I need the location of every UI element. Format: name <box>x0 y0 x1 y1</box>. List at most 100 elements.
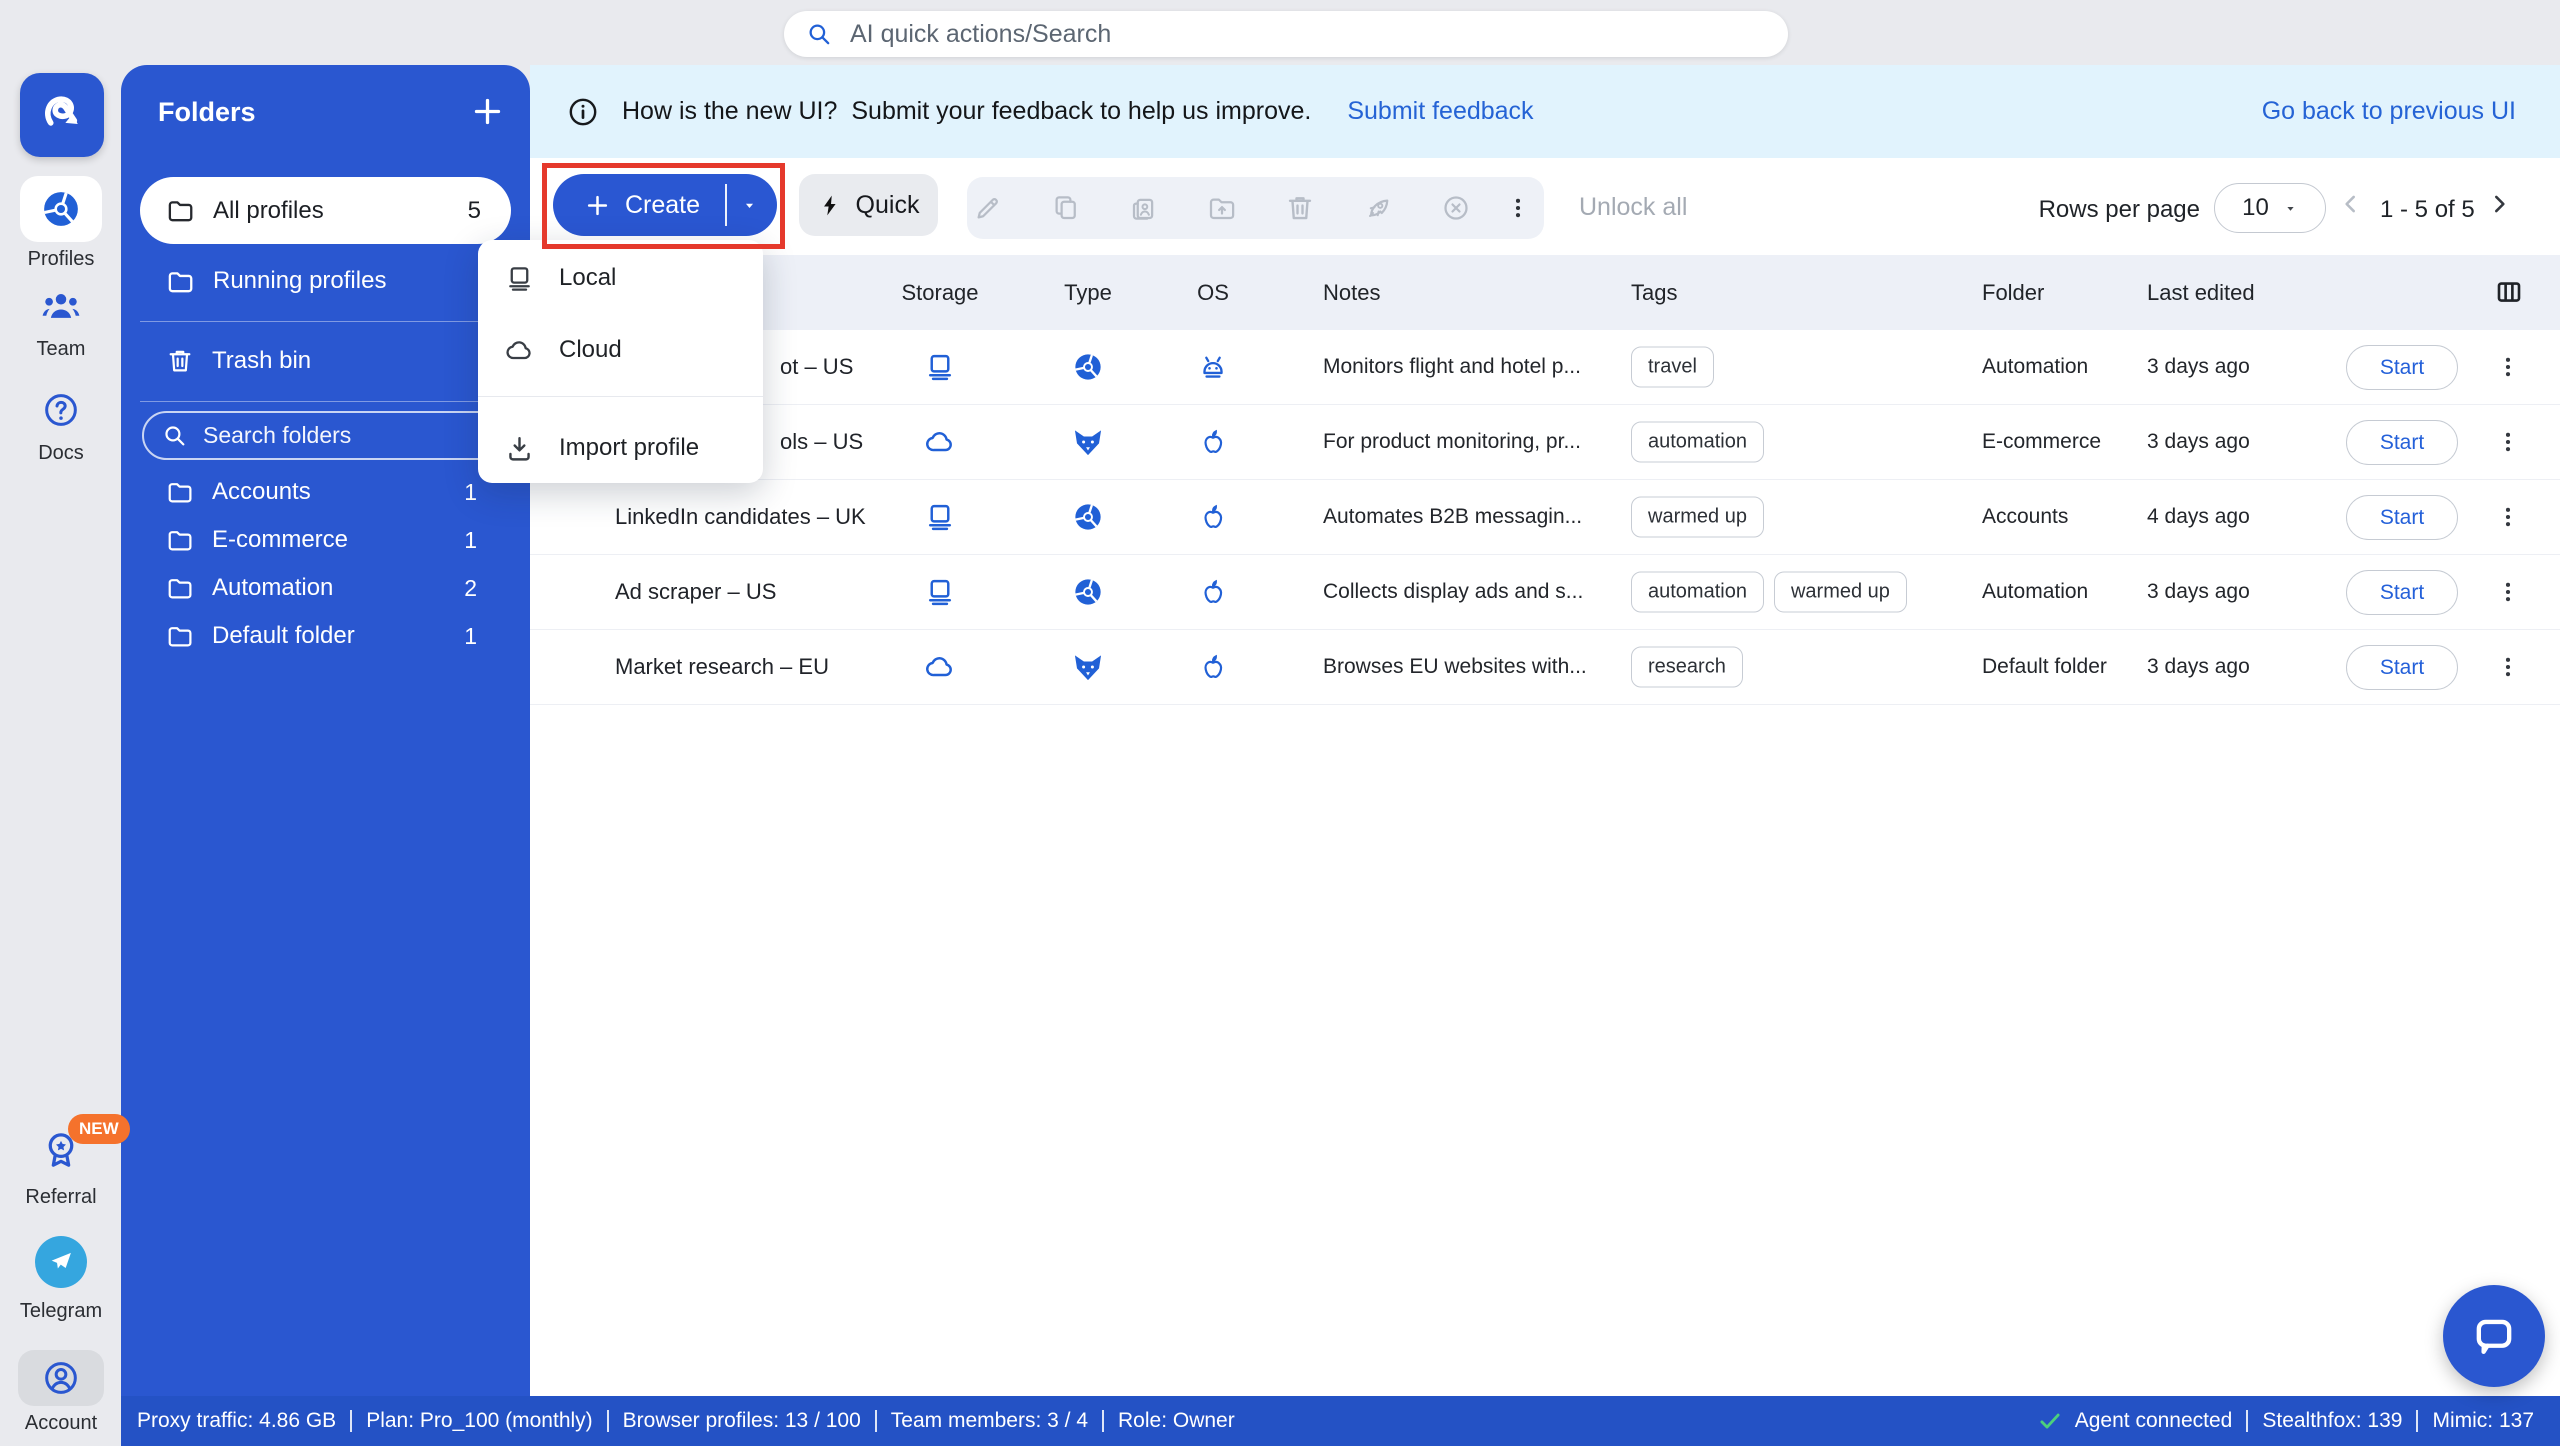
prev-page-button[interactable] <box>2338 191 2364 217</box>
row-menu-icon[interactable] <box>2495 504 2521 530</box>
submit-feedback-link[interactable]: Submit feedback <box>1347 97 1533 126</box>
add-folder-icon[interactable] <box>471 95 504 128</box>
start-button[interactable]: Start <box>2346 345 2458 390</box>
folder-item-running-profiles[interactable]: Running profiles <box>140 253 511 309</box>
sidebar-item-account[interactable] <box>18 1350 104 1406</box>
support-chat-button[interactable] <box>2443 1285 2545 1387</box>
status-role: Role: Owner <box>1118 1409 1235 1433</box>
logo-icon <box>35 88 89 142</box>
storage-icon <box>925 352 956 383</box>
status-proxy-traffic: Proxy traffic: 4.86 GB <box>137 1409 336 1433</box>
search-input[interactable] <box>848 19 1766 50</box>
new-badge: NEW <box>68 1114 130 1144</box>
menu-item-import-profile[interactable]: Import profile <box>478 425 763 471</box>
column-settings-icon[interactable] <box>2494 277 2524 307</box>
tag-chip: research <box>1631 647 1743 688</box>
profile-notes: Monitors flight and hotel p... <box>1323 355 1581 379</box>
more-actions-icon[interactable] <box>1505 195 1531 221</box>
profile-name: LinkedIn candidates – UK <box>615 504 866 530</box>
menu-item-label: Local <box>559 264 616 292</box>
unlock-all-button[interactable]: Unlock all <box>1579 193 1687 222</box>
search-folders-input[interactable] <box>201 421 504 450</box>
clone-profile-icon[interactable] <box>1129 193 1159 223</box>
profile-name: Ad scraper – US <box>615 579 776 605</box>
folder-label: Automation <box>212 574 333 602</box>
info-icon <box>566 95 600 129</box>
table-row[interactable]: ols – US For product monitoring, pr... a… <box>530 405 2560 480</box>
folder-item-automation[interactable]: Automation 2 <box>140 564 511 612</box>
search-folders-field[interactable] <box>142 411 506 460</box>
profile-tags: warmed up <box>1631 497 1764 538</box>
divider <box>607 1410 609 1432</box>
storage-icon <box>925 652 956 683</box>
quick-button-label: Quick <box>856 191 920 220</box>
menu-item-local[interactable]: Local <box>478 255 763 301</box>
start-button[interactable]: Start <box>2346 645 2458 690</box>
folder-item-all-profiles[interactable]: All profiles 5 <box>140 177 511 244</box>
docs-icon[interactable] <box>41 390 81 430</box>
search-icon <box>806 21 832 47</box>
folder-icon <box>166 196 195 225</box>
create-dropdown-menu: Local Cloud Import profile <box>478 240 763 483</box>
divider <box>2246 1410 2248 1432</box>
chevron-down-icon <box>2283 201 2298 216</box>
profiles-icon <box>39 187 83 231</box>
back-to-previous-ui-link[interactable]: Go back to previous UI <box>2262 97 2516 126</box>
menu-item-label: Cloud <box>559 336 622 364</box>
divider <box>350 1410 352 1432</box>
folder-label: All profiles <box>213 197 324 225</box>
delete-icon[interactable] <box>1285 193 1315 223</box>
row-menu-icon[interactable] <box>2495 429 2521 455</box>
folder-label: Default folder <box>212 622 355 650</box>
divider <box>140 401 511 402</box>
profile-folder: Automation <box>1982 355 2088 379</box>
start-button[interactable]: Start <box>2346 495 2458 540</box>
folder-count: 1 <box>464 479 477 506</box>
sidebar-label-referral: Referral <box>0 1186 122 1209</box>
stop-icon[interactable] <box>1441 193 1471 223</box>
profile-tags: travel <box>1631 347 1714 388</box>
profile-tags: automation warmed up <box>1631 572 1907 613</box>
move-to-folder-icon[interactable] <box>1207 193 1237 223</box>
profile-last-edited: 3 days ago <box>2147 355 2250 379</box>
status-left: Proxy traffic: 4.86 GB Plan: Pro_100 (mo… <box>137 1409 1235 1433</box>
row-menu-icon[interactable] <box>2495 579 2521 605</box>
folder-count: 1 <box>464 623 477 650</box>
menu-item-cloud[interactable]: Cloud <box>478 327 763 373</box>
table-row[interactable]: Market research – EU Browses EU websites… <box>530 630 2560 705</box>
edit-icon[interactable] <box>973 193 1003 223</box>
folder-item-ecommerce[interactable]: E-commerce 1 <box>140 516 511 564</box>
telegram-icon <box>47 1248 75 1276</box>
sidebar-label-account: Account <box>0 1412 122 1435</box>
rows-per-page-select[interactable]: 10 <box>2214 183 2326 233</box>
row-menu-icon[interactable] <box>2495 654 2521 680</box>
quick-button[interactable]: Quick <box>799 174 938 236</box>
row-menu-icon[interactable] <box>2495 354 2521 380</box>
browser-type-icon <box>1072 501 1105 534</box>
start-button[interactable]: Start <box>2346 420 2458 465</box>
folder-item-accounts[interactable]: Accounts 1 <box>140 468 511 516</box>
start-button[interactable]: Start <box>2346 570 2458 615</box>
launch-icon[interactable] <box>1363 193 1393 223</box>
table-row[interactable]: LinkedIn candidates – UK Automates B2B m… <box>530 480 2560 555</box>
divider <box>140 321 511 322</box>
status-plan: Plan: Pro_100 (monthly) <box>366 1409 592 1433</box>
banner-message: Submit your feedback to help us improve. <box>851 97 1311 126</box>
folder-item-trash-bin[interactable]: Trash bin <box>140 333 511 389</box>
folder-icon <box>166 622 194 650</box>
table-row[interactable]: ot – US Monitors flight and hotel p... t… <box>530 330 2560 405</box>
sidebar-item-telegram[interactable] <box>35 1236 87 1288</box>
team-icon[interactable] <box>40 286 82 328</box>
app-logo[interactable] <box>20 73 104 157</box>
table-row[interactable]: Ad scraper – US Collects display ads and… <box>530 555 2560 630</box>
os-icon <box>1198 352 1229 383</box>
sidebar-item-profiles[interactable] <box>20 176 102 242</box>
banner-question: How is the new UI? <box>622 97 837 126</box>
next-page-button[interactable] <box>2486 191 2512 217</box>
global-search[interactable] <box>784 11 1788 57</box>
folder-item-default-folder[interactable]: Default folder 1 <box>140 612 511 660</box>
duplicate-icon[interactable] <box>1051 193 1081 223</box>
folder-icon <box>166 526 194 554</box>
status-bar: Proxy traffic: 4.86 GB Plan: Pro_100 (mo… <box>121 1396 2560 1446</box>
profile-notes: Collects display ads and s... <box>1323 580 1583 604</box>
